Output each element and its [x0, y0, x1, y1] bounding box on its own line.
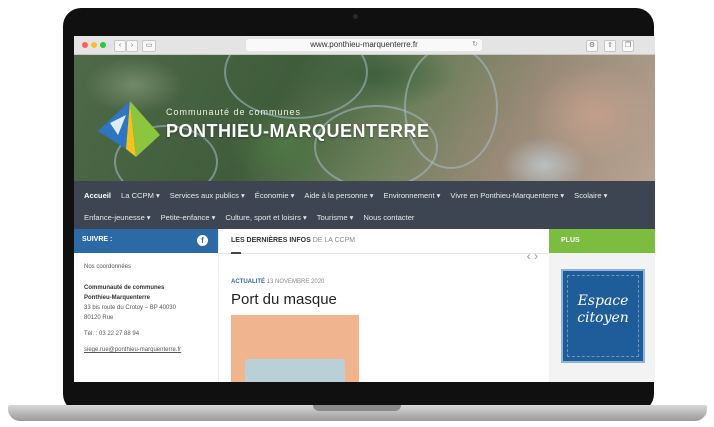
menu-row-2: Enfance-jeunesse ▾ Petite-enfance ▾ Culture,… — [84, 213, 424, 222]
decor-channel — [404, 55, 498, 169]
menu-item[interactable]: Culture, sport et loisirs ▾ — [225, 213, 306, 222]
menu-item[interactable]: La CCPM ▾ — [121, 191, 160, 200]
chevron-down-icon: ▾ — [211, 213, 216, 222]
org-line1: Communauté de communes — [84, 285, 165, 291]
address-line1: 33 bis route du Crotoy – BP 40030 — [84, 305, 176, 311]
espace-citoyen-banner[interactable]: Espace citoyen — [561, 269, 645, 363]
email-link[interactable]: siege.rue@ponthieu-marquenterre.fr — [84, 347, 181, 353]
post-meta: ACTUALITÉ 13 NOVEMBRE 2020 — [231, 279, 324, 285]
chevron-down-icon: ▾ — [436, 191, 441, 200]
chevron-down-icon: ▾ — [146, 213, 151, 222]
post-image[interactable] — [231, 315, 359, 382]
facebook-icon[interactable]: f — [197, 235, 208, 246]
zoom-dot[interactable] — [100, 42, 106, 48]
tabs-icon[interactable]: ❐ — [622, 40, 634, 52]
news-heading-sub: DE LA CCPM — [312, 237, 356, 244]
camera — [353, 14, 358, 19]
menu-row-1: Accueil La CCPM ▾ Services aux publics ▾ Écon… — [84, 191, 617, 200]
sidebar-right: PLUS Espace citoyen — [549, 229, 655, 382]
carousel-arrows[interactable]: ‹ › — [527, 249, 538, 263]
news-section: LES DERNIÈRES INFOS DE LA CCPM ‹ › ACTUA… — [218, 229, 550, 382]
plus-label: PLUS — [561, 237, 580, 244]
follow-label: SUIVRE : — [82, 236, 113, 243]
follow-bar: SUIVRE : f — [74, 229, 218, 253]
close-dot[interactable] — [82, 42, 88, 48]
menu-item[interactable]: Scolaire ▾ — [574, 191, 607, 200]
forward-button[interactable]: › — [126, 40, 138, 52]
news-heading: LES DERNIÈRES INFOS DE LA CCPM — [231, 237, 355, 244]
address-line2: 80120 Rue — [84, 315, 114, 321]
post-date: 13 NOVEMBRE 2020 — [266, 279, 325, 285]
chevron-down-icon: ▾ — [369, 191, 374, 200]
mask-illustration — [245, 359, 345, 382]
menu-item[interactable]: Enfance-jeunesse ▾ — [84, 213, 151, 222]
chevron-down-icon: ▾ — [560, 191, 565, 200]
menu-item[interactable]: Économie ▾ — [255, 191, 295, 200]
sidebar-toggle-icon[interactable]: ▭ — [142, 40, 156, 52]
laptop-notch — [313, 405, 401, 411]
espace-citoyen-text: Espace citoyen — [563, 293, 643, 327]
org-subtitle: Communauté de communes — [166, 107, 302, 117]
post-title[interactable]: Port du masque — [231, 291, 337, 308]
menu-item[interactable]: Environnement ▾ — [384, 191, 441, 200]
chevron-down-icon: ▾ — [302, 213, 307, 222]
menu-item[interactable]: Petite-enfance ▾ — [161, 213, 216, 222]
phone: Tél. : 03 22 27 88 94 — [84, 331, 140, 337]
main-menu: Accueil La CCPM ▾ Services aux publics ▾ Écon… — [74, 181, 655, 229]
news-heading-bold: LES DERNIÈRES INFOS — [231, 237, 311, 244]
minimize-dot[interactable] — [91, 42, 97, 48]
plus-bar: PLUS — [549, 229, 655, 253]
espace-line1: Espace — [577, 293, 629, 309]
espace-line2: citoyen — [577, 310, 629, 326]
address-bar[interactable]: www.ponthieu-marquenterre.fr ↻ — [246, 39, 482, 51]
menu-item[interactable]: Services aux publics ▾ — [170, 191, 245, 200]
settings-icon[interactable]: ⚙ — [586, 40, 598, 52]
chevron-down-icon: ▾ — [240, 191, 245, 200]
header-banner: Communauté de communes PONTHIEU-MARQUENT… — [74, 55, 655, 181]
slider-indicator — [231, 252, 241, 254]
menu-item-home[interactable]: Accueil — [84, 191, 111, 200]
news-divider — [219, 253, 550, 254]
reload-icon[interactable]: ↻ — [472, 39, 478, 51]
chevron-down-icon: ▾ — [603, 191, 608, 200]
logo-icon[interactable] — [96, 101, 162, 161]
share-icon[interactable]: ⇧ — [604, 40, 616, 52]
menu-item[interactable]: Aide à la personne ▾ — [304, 191, 373, 200]
chevron-down-icon: ▾ — [155, 191, 160, 200]
org-title[interactable]: PONTHIEU-MARQUENTERRE — [166, 121, 430, 142]
post-category[interactable]: ACTUALITÉ — [231, 279, 265, 285]
coords-title: Nos coordonnées — [84, 264, 132, 270]
org-line2: Ponthieu-Marquenterre — [84, 295, 151, 301]
menu-item[interactable]: Tourisme ▾ — [317, 213, 354, 222]
menu-item[interactable]: Vivre en Ponthieu-Marquenterre ▾ — [450, 191, 564, 200]
sidebar-left: SUIVRE : f Nos coordonnées Communauté de… — [74, 229, 218, 382]
chevron-down-icon: ▾ — [290, 191, 295, 200]
screen: ‹ › ▭ www.ponthieu-marquenterre.fr ↻ ⚙ ⇧… — [74, 36, 655, 382]
menu-item[interactable]: Nous contacter — [363, 213, 414, 222]
chevron-down-icon: ▾ — [349, 213, 354, 222]
back-button[interactable]: ‹ — [114, 40, 126, 52]
url-text: www.ponthieu-marquenterre.fr — [310, 40, 418, 49]
browser-toolbar: ‹ › ▭ www.ponthieu-marquenterre.fr ↻ ⚙ ⇧… — [74, 36, 655, 55]
